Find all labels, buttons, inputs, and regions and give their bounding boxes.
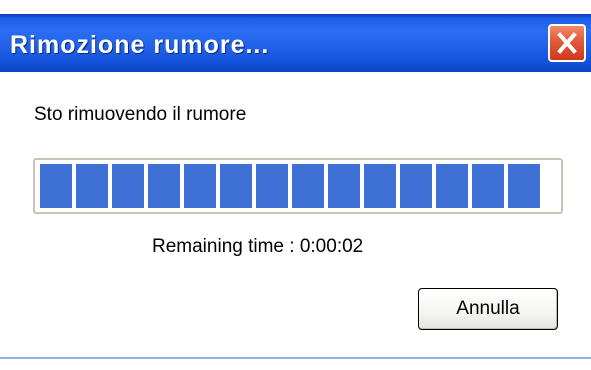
progress-segment: [292, 164, 324, 208]
cancel-button[interactable]: Annulla: [418, 288, 558, 330]
progress-segment: [220, 164, 252, 208]
progress-segment: [40, 164, 72, 208]
progress-segment: [76, 164, 108, 208]
close-button[interactable]: [548, 24, 586, 62]
progress-segment: [148, 164, 180, 208]
progress-segment: [472, 164, 504, 208]
dialog-title: Rimozione rumore...: [10, 31, 270, 59]
status-message: Sto rimuovendo il rumore: [34, 104, 247, 125]
progress-segment: [112, 164, 144, 208]
progress-segment: [256, 164, 288, 208]
progress-bar: [33, 158, 563, 214]
progress-segment: [436, 164, 468, 208]
progress-segment: [364, 164, 396, 208]
progress-segment: [328, 164, 360, 208]
bottom-border: [0, 357, 591, 359]
progress-segment: [508, 164, 540, 208]
progress-fill: [40, 164, 540, 208]
progress-segment: [400, 164, 432, 208]
progress-segment: [184, 164, 216, 208]
progress-dialog: Rimozione rumore... Sto rimuovendo il ru…: [0, 0, 591, 370]
close-icon: [557, 32, 577, 54]
remaining-time-label: Remaining time : 0:00:02: [152, 236, 364, 257]
